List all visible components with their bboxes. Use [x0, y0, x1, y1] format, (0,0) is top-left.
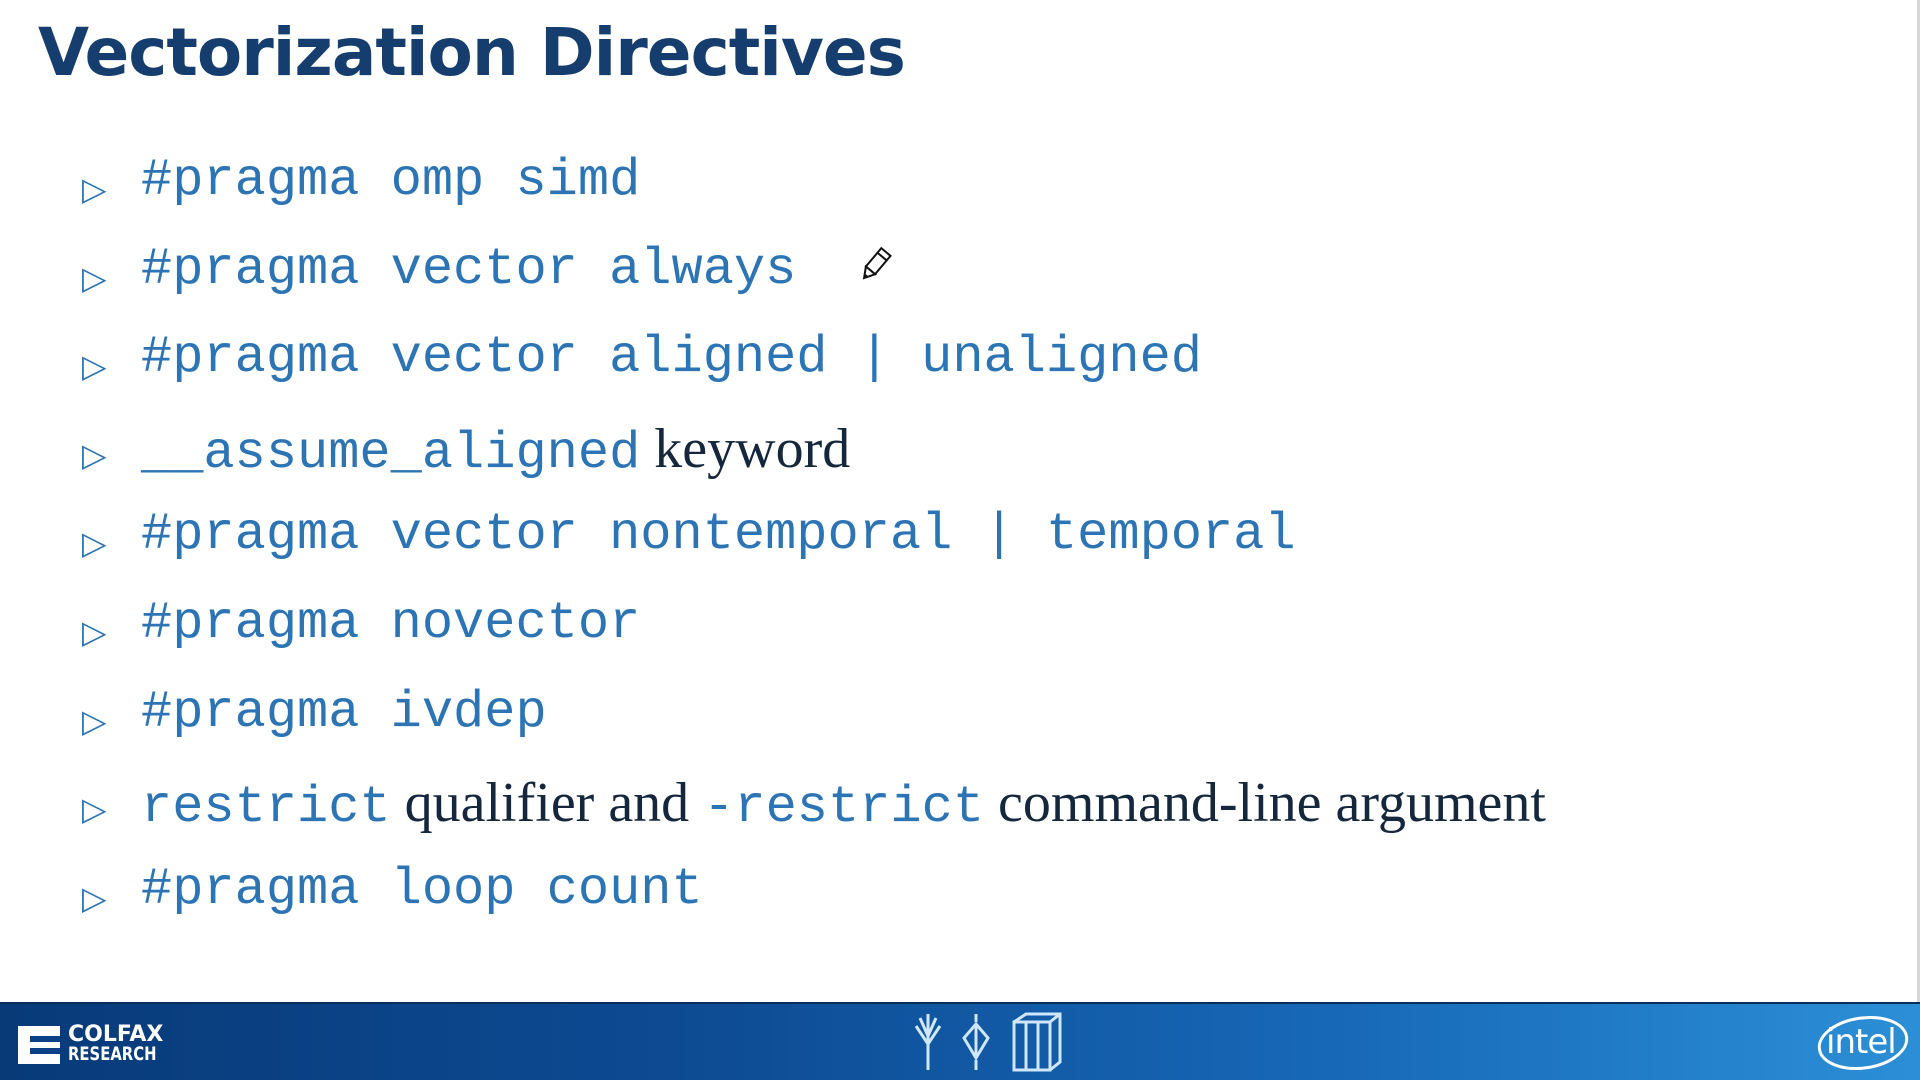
bullet-triangle-icon: ▷: [82, 701, 107, 740]
list-item-content: #pragma vector nontemporal | temporal: [141, 509, 1296, 561]
list-item-content: restrict qualifier and -restrict command…: [141, 775, 1546, 834]
colfax-logo-line2: RESEARCH: [68, 1043, 157, 1065]
list-item-content: #pragma vector always: [141, 243, 796, 296]
list-item-content: #pragma loop count: [141, 863, 703, 916]
code-text: #pragma vector aligned | unaligned: [141, 328, 1202, 388]
intel-logo-text: intel: [1826, 1022, 1897, 1062]
colfax-mark-icon: [18, 1026, 60, 1064]
diamond-pin-icon: [962, 1014, 990, 1070]
code-text: #pragma omp simd: [141, 151, 641, 210]
code-text: #pragma ivdep: [141, 682, 547, 742]
body-text: keyword: [640, 417, 851, 480]
slide-title: Vectorization Directives: [38, 14, 906, 91]
bullet-triangle-icon: ▷: [82, 524, 107, 563]
list-item-content: #pragma vector aligned | unaligned: [141, 332, 1202, 384]
bullet-triangle-icon: ▷: [82, 258, 107, 297]
body-text: command-line argument: [984, 772, 1546, 835]
bullet-triangle-icon: ▷: [82, 435, 107, 474]
code-text: #pragma loop count: [141, 859, 703, 919]
bullet-triangle-icon: ▷: [82, 878, 107, 917]
list-item-content: __assume_aligned keyword: [141, 421, 850, 480]
bullet-triangle-icon: ▷: [82, 790, 107, 829]
colfax-research-logo: COLFAX RESEARCH: [18, 1022, 168, 1066]
bullet-triangle-icon: ▷: [82, 347, 107, 386]
tree-icon: [914, 1014, 942, 1070]
body-text: qualifier and: [390, 772, 704, 835]
list-item-content: #pragma ivdep: [141, 686, 547, 739]
code-text: #pragma vector nontemporal | temporal: [141, 505, 1296, 565]
code-text: restrict: [141, 778, 391, 838]
cube-frame-icon: [1012, 1012, 1062, 1072]
list-item-content: #pragma omp simd: [141, 155, 640, 207]
bullet-triangle-icon: ▷: [82, 170, 107, 208]
list-item-content: #pragma novector: [141, 597, 640, 650]
slide: Vectorization Directives ▷ #pragma omp si…: [0, 0, 1920, 1080]
code-text: #pragma vector always: [141, 239, 797, 299]
pencil-cursor-icon: [862, 246, 892, 280]
bullet-triangle-icon: ▷: [82, 612, 107, 651]
code-text: #pragma novector: [141, 593, 641, 653]
footer-bar: COLFAX RESEARCH intel: [0, 1002, 1920, 1080]
code-text: __assume_aligned: [141, 423, 641, 483]
code-text: -restrict: [703, 778, 985, 838]
intel-logo: intel: [1816, 1014, 1910, 1072]
footer-center-icons: [914, 1012, 1062, 1072]
